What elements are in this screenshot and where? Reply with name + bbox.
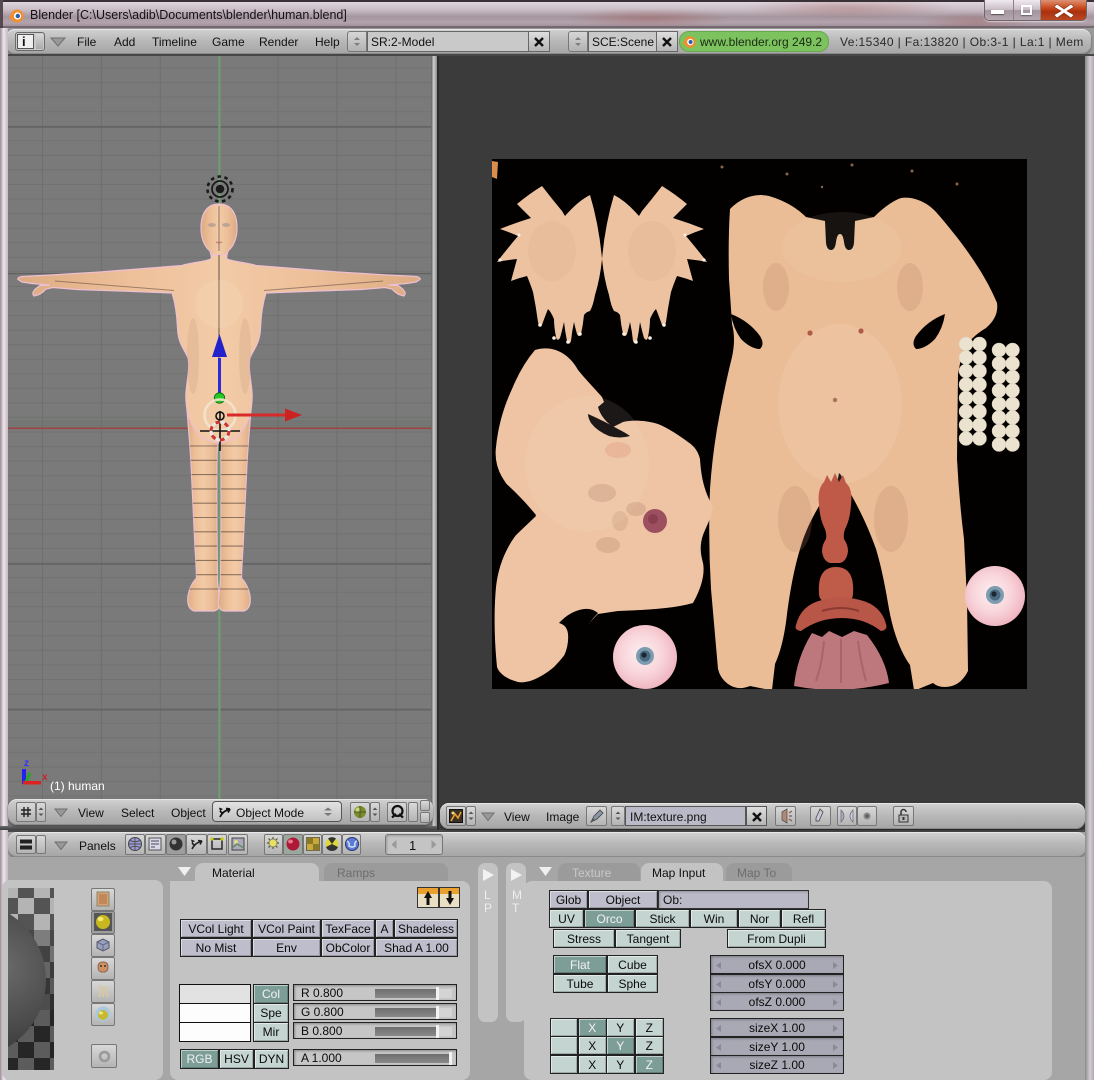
svg-text:x: x [42,772,48,783]
svg-text:(1) human: (1) human [50,779,105,793]
svg-text:z: z [24,758,29,769]
